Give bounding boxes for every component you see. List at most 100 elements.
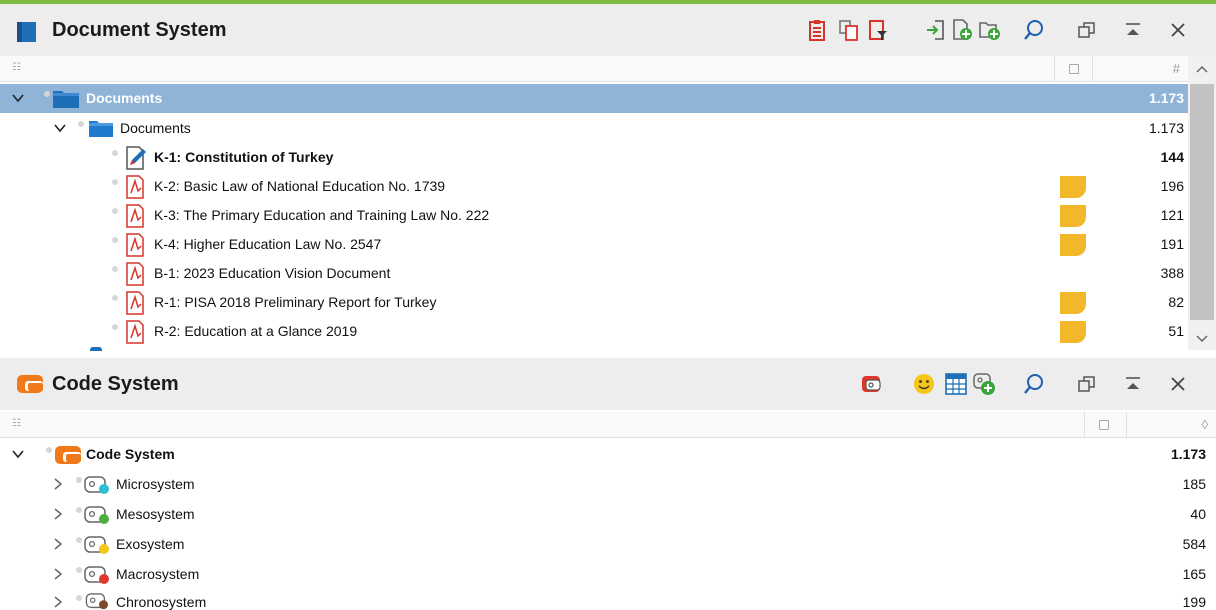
scroll-up-icon[interactable] (1196, 64, 1208, 74)
status-dot (112, 266, 118, 272)
collapse-icon[interactable] (1121, 372, 1145, 396)
memo-column-header[interactable] (1084, 412, 1122, 438)
column-grip-icon[interactable]: ☷ (12, 62, 21, 73)
count-column-header[interactable]: # (1092, 56, 1188, 82)
search-icon[interactable] (1022, 18, 1046, 42)
search-icon[interactable] (1022, 372, 1046, 396)
new-document-icon[interactable] (950, 18, 974, 42)
chevron-right-icon[interactable] (52, 596, 64, 608)
tree-label: Code System (86, 446, 175, 462)
memo-icon[interactable] (1060, 234, 1086, 256)
column-grip-icon[interactable]: ☷ (12, 418, 21, 429)
close-icon[interactable] (1166, 372, 1190, 396)
status-dot (76, 477, 82, 483)
code-row[interactable]: Microsystem 185 (0, 470, 1216, 499)
pdf-icon (126, 262, 144, 286)
chevron-right-icon[interactable] (52, 478, 64, 490)
code-system-icon (16, 374, 44, 397)
count-column-header[interactable]: ◊ (1126, 412, 1216, 438)
memo-icon[interactable] (1060, 176, 1086, 198)
smiley-icon[interactable] (912, 372, 936, 396)
tree-row-documents-root[interactable]: Documents 1.173 (0, 84, 1188, 113)
scroll-down-icon[interactable] (1196, 334, 1208, 344)
tree-count: 1.173 (1148, 90, 1184, 106)
document-count: 144 (1160, 149, 1184, 165)
document-row[interactable]: R-1: PISA 2018 Preliminary Report for Tu… (0, 288, 1188, 317)
document-row[interactable]: K-3: The Primary Education and Training … (0, 201, 1188, 230)
code-row[interactable]: Chronosystem 199 (0, 588, 1216, 610)
document-column-header: ☷ # (0, 56, 1216, 82)
tree-row-code-system-root[interactable]: Code System 1.173 (0, 440, 1216, 469)
code-column-header: ☷ ◊ (0, 412, 1216, 438)
document-count: 196 (1160, 178, 1184, 194)
pdf-icon (126, 320, 144, 344)
chevron-right-icon[interactable] (52, 568, 64, 580)
tree-label: Documents (86, 90, 163, 106)
memo-icon[interactable] (1060, 321, 1086, 343)
chevron-down-icon[interactable] (54, 122, 66, 134)
document-label: K-2: Basic Law of National Education No.… (154, 178, 446, 194)
undock-icon[interactable] (1075, 18, 1099, 42)
clipboard-icon[interactable] (806, 18, 830, 42)
document-label: K-4: Higher Education Law No. 2547 (154, 236, 382, 252)
document-system-header: Document System (0, 4, 1216, 56)
document-row[interactable]: K-2: Basic Law of National Education No.… (0, 172, 1188, 201)
code-row[interactable]: Macrosystem 165 (0, 560, 1216, 589)
pdf-icon (126, 233, 144, 257)
document-label: K-3: The Primary Education and Training … (154, 207, 490, 223)
status-dot (112, 295, 118, 301)
status-dot (76, 595, 82, 601)
code-row[interactable]: Mesosystem 40 (0, 500, 1216, 529)
status-dot (112, 150, 118, 156)
status-dot (76, 567, 82, 573)
code-row[interactable]: Exosystem 584 (0, 530, 1216, 559)
code-count: 165 (1182, 566, 1206, 582)
status-dot (112, 179, 118, 185)
code-icon (84, 536, 109, 554)
status-dot (46, 447, 52, 453)
code-label: Microsystem (116, 476, 195, 492)
code-label: Macrosystem (116, 566, 200, 582)
status-dot (44, 91, 50, 97)
document-scrollbar[interactable] (1188, 56, 1216, 350)
memo-icon[interactable] (1060, 292, 1086, 314)
document-count: 121 (1160, 207, 1184, 223)
tree-row-documents-group[interactable]: Documents 1.173 (0, 114, 1188, 143)
filter-icon[interactable] (866, 18, 890, 42)
memo-icon[interactable] (1060, 205, 1086, 227)
code-icon (85, 593, 108, 610)
document-row[interactable]: K-1: Constitution of Turkey 144 (0, 143, 1188, 172)
code-icon[interactable] (860, 372, 884, 396)
close-icon[interactable] (1166, 18, 1190, 42)
new-code-icon[interactable] (972, 372, 996, 396)
code-label: Exosystem (116, 536, 185, 552)
scrollbar-thumb[interactable] (1190, 84, 1214, 320)
pdf-icon (126, 291, 144, 315)
folder-icon (53, 91, 79, 108)
edit-document-icon (126, 146, 146, 170)
code-system-header: Code System (0, 358, 1216, 410)
tree-count: 1.173 (1148, 120, 1184, 136)
collapse-icon[interactable] (1121, 18, 1145, 42)
partial-row-icon (90, 347, 102, 351)
import-icon[interactable] (923, 18, 947, 42)
document-row[interactable]: K-4: Higher Education Law No. 2547 191 (0, 230, 1188, 259)
status-dot (78, 121, 84, 127)
chevron-right-icon[interactable] (52, 508, 64, 520)
document-count: 51 (1168, 323, 1184, 339)
document-row[interactable]: R-2: Education at a Glance 2019 51 (0, 317, 1188, 346)
code-label: Mesosystem (116, 506, 195, 522)
copy-icon[interactable] (837, 18, 861, 42)
document-count: 82 (1168, 294, 1184, 310)
code-count: 584 (1182, 536, 1206, 552)
document-row[interactable]: B-1: 2023 Education Vision Document 388 (0, 259, 1188, 288)
new-set-icon[interactable] (978, 18, 1002, 42)
undock-icon[interactable] (1075, 372, 1099, 396)
status-dot (112, 208, 118, 214)
chevron-down-icon[interactable] (12, 92, 24, 104)
grid-icon[interactable] (944, 372, 968, 396)
chevron-down-icon[interactable] (12, 448, 24, 460)
memo-column-header[interactable] (1054, 56, 1092, 82)
chevron-right-icon[interactable] (52, 538, 64, 550)
panel-title: Code System (52, 372, 179, 395)
